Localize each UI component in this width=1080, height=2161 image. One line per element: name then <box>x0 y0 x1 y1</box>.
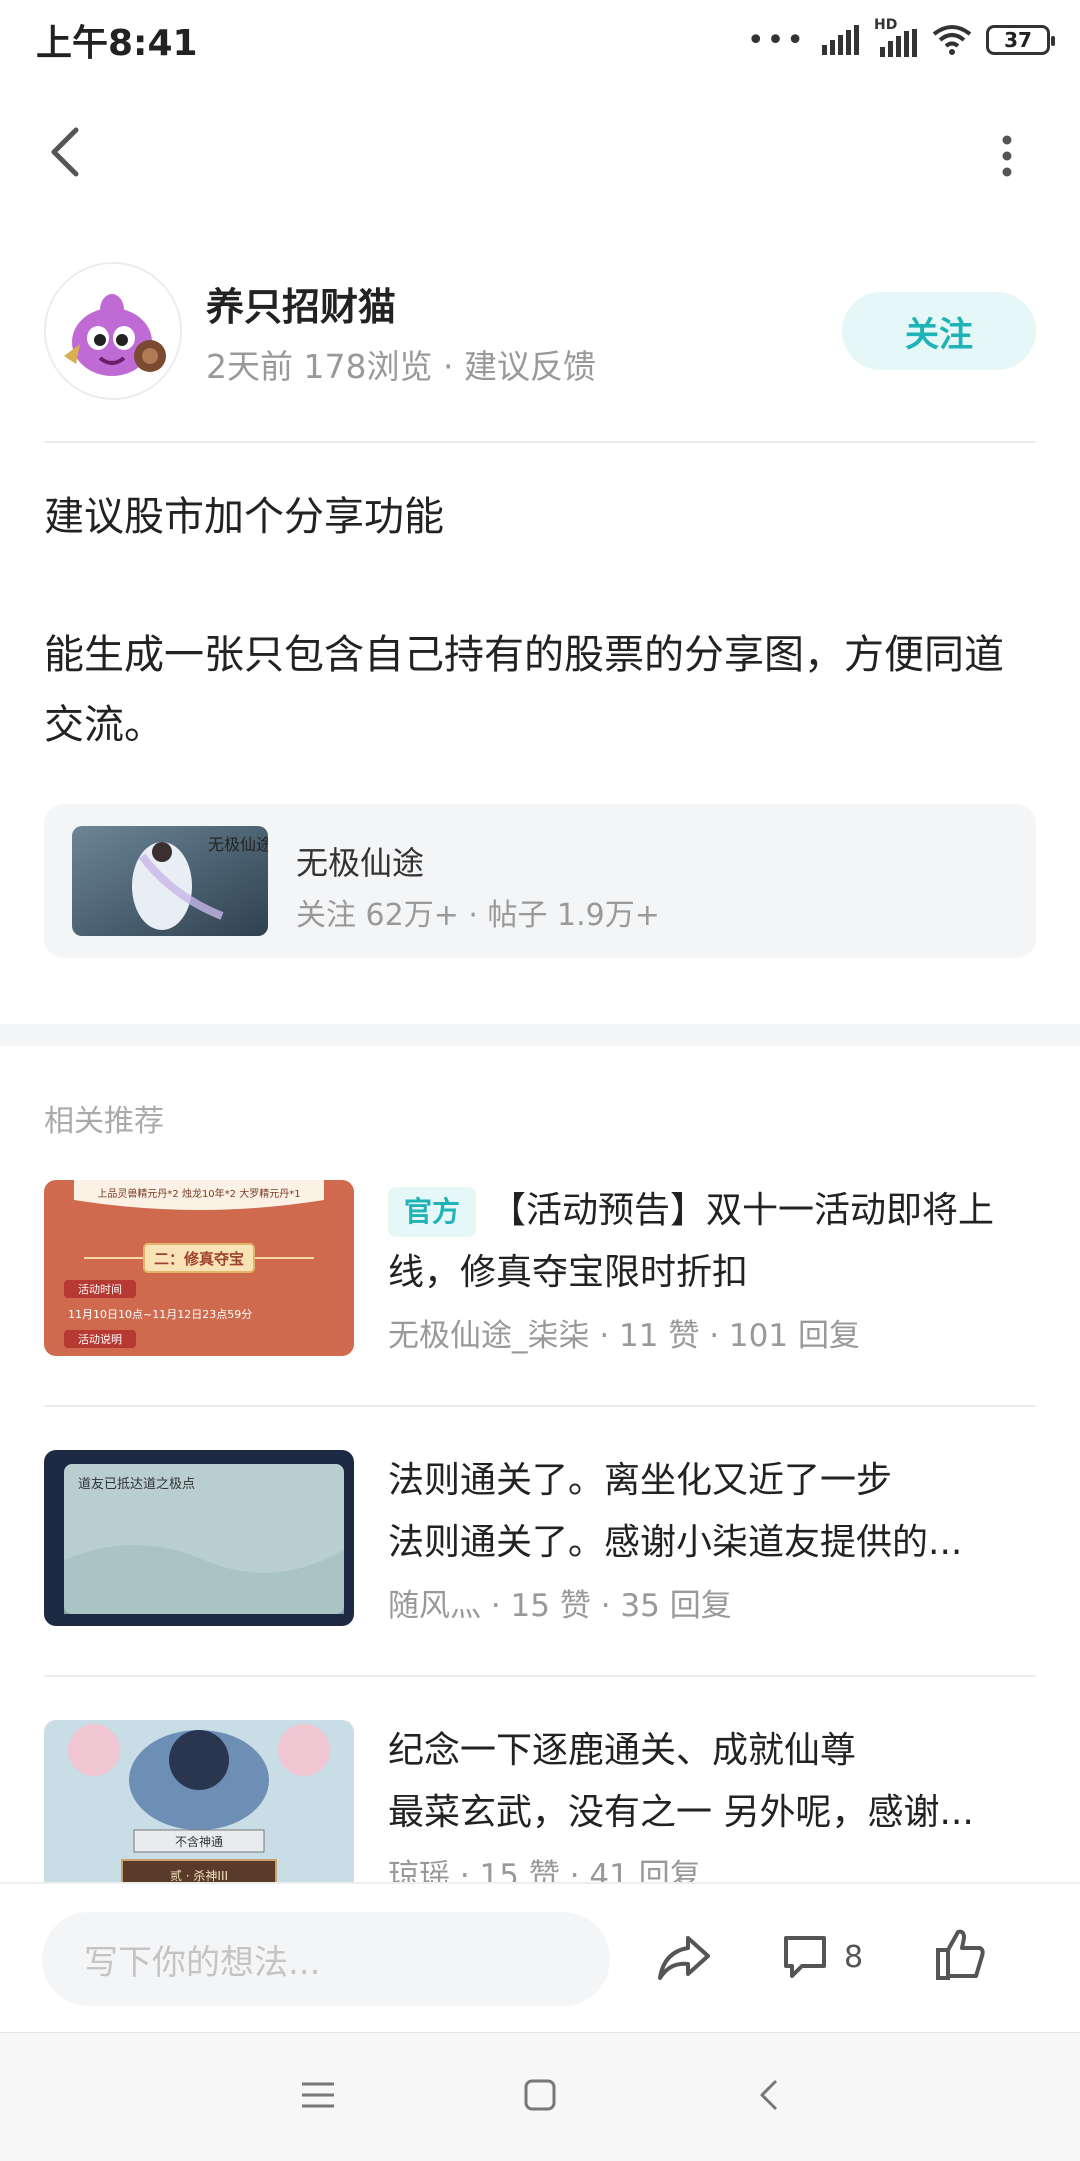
recommend-item[interactable]: 不含神通 贰 · 杀神III 纪念一下逐鹿通关、成就仙尊 最菜玄武，没有之一 另… <box>44 1720 1036 1896</box>
recommend-title: 纪念一下逐鹿通关、成就仙尊 最菜玄武，没有之一 另外呢，感谢... <box>388 1720 1068 1844</box>
recommend-title-line1: 法则通关了。离坐化又近了一步 <box>388 1460 893 1501</box>
recommend-thumbnail: 不含神通 贰 · 杀神III <box>44 1720 354 1896</box>
thumbs-up-icon[interactable] <box>930 1924 990 1984</box>
avatar-image <box>46 264 180 398</box>
svg-text:无极仙途: 无极仙途 <box>208 835 268 854</box>
status-bar: 上午8:41 ••• HD 37 <box>0 0 1080 80</box>
thumb-label2: 贰 · 杀神III <box>170 1868 228 1883</box>
comment-button[interactable]: 8 <box>780 1924 863 1990</box>
thumb-top-text: 上品灵兽精元丹*2 烛龙10年*2 大罗精元丹*1 <box>97 1187 300 1200</box>
dots-icon: ••• <box>746 22 806 58</box>
recommend-item[interactable]: 道友已抵达道之极点 法则通关了。离坐化又近了一步 法则通关了。感谢小柒道友提供的… <box>44 1450 1036 1626</box>
recommend-title-line2: 线，修真夺宝限时折扣 <box>388 1252 749 1293</box>
recommend-title-line1: 纪念一下逐鹿通关、成就仙尊 <box>388 1730 857 1771</box>
signal-hd-icon: HD <box>874 17 918 57</box>
menu-icon[interactable] <box>300 2077 336 2113</box>
game-name: 无极仙途 <box>296 844 425 882</box>
thumb-tag2: 活动说明 <box>78 1332 122 1346</box>
divider <box>44 1675 1036 1677</box>
status-icons: ••• HD 37 <box>746 17 1055 62</box>
title-text: 【活动预告】双十一活动即将上 <box>490 1190 995 1231</box>
author-meta: 2天前 178浏览 · 建议反馈 <box>206 347 596 386</box>
recommend-item[interactable]: 上品灵兽精元丹*2 烛龙10年*2 大罗精元丹*1 二：修真夺宝 活动时间 11… <box>44 1180 1036 1356</box>
system-nav-bar <box>0 2032 1080 2161</box>
thumb-label1: 不含神通 <box>175 1834 223 1849</box>
recommend-title-line1: 官方 【活动预告】双十一活动即将上 <box>388 1180 1068 1242</box>
comment-icon <box>784 1936 826 1978</box>
post-title: 建议股市加个分享功能 <box>44 494 444 540</box>
divider <box>44 1405 1036 1407</box>
recommend-meta: 随风灬 · 15 赞 · 35 回复 <box>388 1588 732 1624</box>
post-body: 能生成一张只包含自己持有的股票的分享图，方便同道交流。 <box>44 632 1004 748</box>
system-back-icon[interactable] <box>752 2077 788 2113</box>
official-badge: 官方 <box>388 1187 477 1237</box>
more-vertical-icon[interactable] <box>984 126 1030 186</box>
wifi-icon <box>932 25 972 55</box>
battery-icon: 37 <box>986 25 1055 55</box>
thumb-tag1: 活动时间 <box>78 1283 122 1296</box>
divider <box>44 441 1036 443</box>
thumb-text: 道友已抵达道之极点 <box>78 1476 195 1492</box>
follow-button[interactable]: 关注 <box>842 292 1036 370</box>
recommend-thumbnail: 道友已抵达道之极点 <box>44 1450 354 1626</box>
recommend-header: 相关推荐 <box>44 1104 164 1139</box>
game-card[interactable]: 无极仙途 无极仙途 关注 62万+ · 帖子 1.9万+ <box>44 804 1036 958</box>
section-separator <box>0 1024 1080 1046</box>
comment-count: 8 <box>844 1939 864 1975</box>
thumb-line: 11月10日10点~11月12日23点59分 <box>68 1308 252 1321</box>
author-name[interactable]: 养只招财猫 <box>206 276 396 331</box>
recommend-title-line2: 法则通关了。感谢小柒道友提供的... <box>388 1522 963 1563</box>
back-arrow-icon[interactable] <box>40 122 92 182</box>
comment-input[interactable]: 写下你的想法... <box>42 1912 610 2006</box>
signal-icon <box>822 25 859 55</box>
comment-bar: 写下你的想法... 8 <box>0 1882 1080 2034</box>
recommend-meta: 无极仙途_柒柒 · 11 赞 · 101 回复 <box>388 1318 860 1354</box>
share-icon[interactable] <box>654 1928 714 1988</box>
recommend-title: 法则通关了。离坐化又近了一步 法则通关了。感谢小柒道友提供的... <box>388 1450 1068 1574</box>
author-avatar[interactable] <box>44 262 182 400</box>
thumb-banner: 二：修真夺宝 <box>154 1250 244 1268</box>
recommend-title-line2: 最菜玄武，没有之一 另外呢，感谢... <box>388 1792 974 1833</box>
status-time: 上午8:41 <box>36 23 198 64</box>
recommend-thumbnail: 上品灵兽精元丹*2 烛龙10年*2 大罗精元丹*1 二：修真夺宝 活动时间 11… <box>44 1180 354 1356</box>
recommend-title: 官方 【活动预告】双十一活动即将上 线，修真夺宝限时折扣 <box>388 1180 1068 1304</box>
home-icon[interactable] <box>522 2077 558 2113</box>
game-thumbnail: 无极仙途 <box>72 826 268 936</box>
game-stats: 关注 62万+ · 帖子 1.9万+ <box>296 898 660 933</box>
